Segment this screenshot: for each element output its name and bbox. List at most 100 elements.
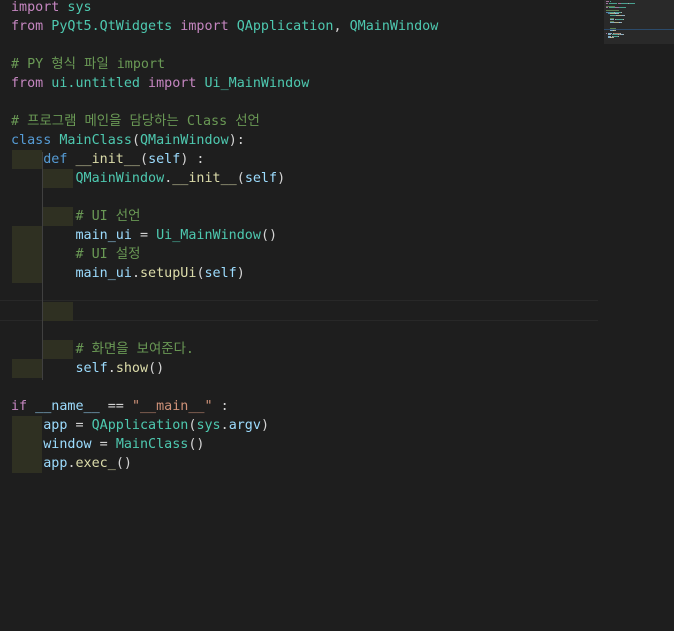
code-token: self (75, 361, 108, 376)
code-token: import (11, 0, 60, 15)
code-token: main_ui (75, 228, 132, 243)
code-token: ( (196, 266, 205, 281)
code-token: ( (236, 171, 245, 186)
code-token: app (43, 418, 68, 433)
code-token: from (11, 19, 44, 34)
code-text: import sys (11, 0, 92, 17)
minimap[interactable] (604, 0, 674, 631)
code-token: def (43, 152, 68, 167)
current-line-highlight (0, 300, 598, 321)
code-text: from PyQt5.QtWidgets import QApplication… (11, 17, 438, 36)
code-token: ): (228, 133, 245, 148)
code-token: . (220, 418, 229, 433)
code-token: MainClass (115, 437, 189, 452)
code-token: == (99, 399, 132, 414)
code-token: QApplication (91, 418, 189, 433)
code-token: if (11, 399, 28, 414)
indent-whitespace-highlight (42, 302, 73, 321)
code-text: # 프로그램 메인을 담당하는 Class 선언 (11, 112, 260, 131)
code-token: () (115, 456, 132, 471)
code-token: = (67, 418, 92, 433)
code-token: "__main__" (131, 399, 213, 414)
code-token: () (148, 361, 165, 376)
code-token: # PY 형식 파일 import (11, 57, 166, 72)
code-token: # UI 선언 (75, 209, 141, 224)
code-text: from ui.untitled import Ui_MainWindow (11, 74, 309, 93)
code-token: ) (260, 418, 269, 433)
code-token: show (115, 361, 149, 376)
code-text: app.exec_() (11, 454, 132, 473)
code-text: main_ui = Ui_MainWindow() (11, 226, 278, 245)
code-token: self (244, 171, 278, 186)
code-token: MainClass (51, 133, 132, 148)
code-token: Ui_MainWindow (196, 76, 310, 91)
code-token: __init__ (67, 152, 140, 167)
code-token: : (212, 399, 229, 414)
code-token: __init__ (172, 171, 237, 186)
code-token: sys (59, 0, 92, 15)
code-token: setupUi (140, 266, 197, 281)
code-token: # 화면을 보여준다. (75, 342, 194, 357)
code-text: # 화면을 보여준다. (11, 340, 194, 359)
code-text: def __init__(self) : (11, 150, 205, 169)
code-token: ( (140, 152, 149, 167)
code-text: main_ui.setupUi(self) (11, 264, 245, 283)
code-token: = (131, 228, 157, 243)
code-token: # 프로그램 메인을 담당하는 Class 선언 (11, 114, 260, 129)
code-token: import (172, 19, 229, 34)
code-token: QMainWindow (140, 133, 229, 148)
code-text: # UI 설정 (11, 245, 141, 264)
code-token: PyQt5.QtWidgets (43, 19, 173, 34)
code-token: QMainWindow (349, 19, 439, 34)
code-token: sys (196, 418, 221, 433)
code-token: QMainWindow (75, 171, 165, 186)
code-token: . (67, 456, 76, 471)
code-text: app = QApplication(sys.argv) (11, 416, 269, 435)
code-token: ( (131, 133, 140, 148)
code-text: # UI 선언 (11, 207, 141, 226)
code-token: ) (236, 266, 245, 281)
code-text: class MainClass(QMainWindow): (11, 131, 245, 150)
code-text: if __name__ == "__main__" : (11, 397, 229, 416)
code-token: self (148, 152, 181, 167)
code-token: ) (277, 171, 286, 186)
code-token: import (140, 76, 197, 91)
code-text: QMainWindow.__init__(self) (11, 169, 286, 188)
code-token: () (260, 228, 278, 243)
code-token: () (188, 437, 205, 452)
code-token: # UI 설정 (75, 247, 141, 262)
minimap-cursor-marker (604, 29, 674, 30)
code-text: self.show() (11, 359, 165, 378)
code-token: = (91, 437, 116, 452)
code-token: __name__ (27, 399, 100, 414)
code-token: . (107, 361, 116, 376)
code-token: main_ui (75, 266, 132, 281)
code-token: Ui_MainWindow (156, 228, 261, 243)
code-token: ) : (180, 152, 205, 167)
code-editor[interactable]: import sys from PyQt5.QtWidgets import QA… (0, 0, 600, 631)
code-token: , (333, 19, 350, 34)
code-token: app (43, 456, 68, 471)
code-token: class (11, 133, 52, 148)
code-token: exec_ (75, 456, 116, 471)
code-token: argv (228, 418, 261, 433)
code-token: window (43, 437, 92, 452)
code-token: self (204, 266, 237, 281)
code-token: . (131, 266, 140, 281)
code-token: ui.untitled (43, 76, 140, 91)
code-text: # PY 형식 파일 import (11, 55, 165, 74)
minimap-slider[interactable] (604, 0, 674, 44)
code-token: from (11, 76, 44, 91)
code-token: QApplication (228, 19, 334, 34)
